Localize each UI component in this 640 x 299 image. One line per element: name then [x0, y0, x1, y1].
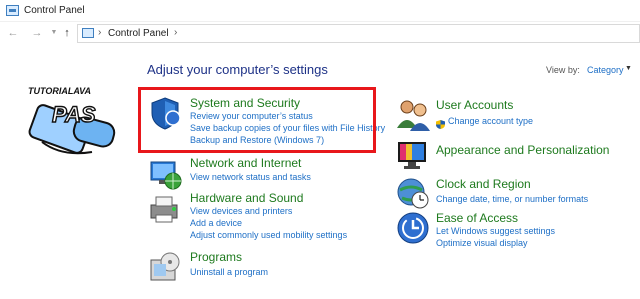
- svg-text:PAS: PAS: [52, 102, 96, 127]
- view-by-label: View by:: [546, 65, 580, 75]
- view-by-chevron-down-icon[interactable]: ▼: [625, 65, 632, 72]
- optimize-visual-display-link[interactable]: Optimize visual display: [436, 238, 528, 248]
- back-arrow-icon[interactable]: ←: [6, 26, 20, 40]
- highlight-box: [138, 87, 376, 153]
- programs-disc-icon: [150, 252, 180, 281]
- control-panel-icon: [6, 5, 19, 16]
- monitor-palette-icon: [398, 142, 426, 169]
- uac-shield-icon: [436, 116, 445, 129]
- add-device-link[interactable]: Add a device: [190, 218, 242, 228]
- forward-arrow-icon[interactable]: →: [30, 26, 44, 40]
- network-and-internet-link[interactable]: Network and Internet: [190, 156, 301, 170]
- mobility-settings-link[interactable]: Adjust commonly used mobility settings: [190, 230, 347, 240]
- network-globe-icon: [150, 161, 182, 190]
- recent-locations-chevron-icon[interactable]: ▼: [47, 26, 61, 40]
- title-bar: Control Panel: [0, 0, 640, 22]
- control-panel-address-icon: [82, 28, 94, 38]
- printer-speaker-icon: [150, 196, 178, 223]
- address-bar[interactable]: › Control Panel ›: [77, 24, 640, 43]
- hardware-and-sound-link[interactable]: Hardware and Sound: [190, 191, 303, 205]
- clock-globe-icon: [397, 178, 429, 209]
- breadcrumb-chevron-icon[interactable]: ›: [174, 27, 177, 38]
- breadcrumb-chevron-icon[interactable]: ›: [98, 27, 101, 38]
- tutorialava-pas-logo: TUTORIALAVA PAS: [22, 82, 134, 162]
- uninstall-program-link[interactable]: Uninstall a program: [190, 267, 268, 277]
- navigation-bar: ← → ▼ ↑ › Control Panel ›: [0, 22, 640, 46]
- change-account-type-link[interactable]: Change account type: [448, 116, 533, 126]
- page-title: Adjust your computer’s settings: [147, 62, 328, 77]
- change-date-time-link[interactable]: Change date, time, or number formats: [436, 194, 588, 204]
- ease-of-access-link[interactable]: Ease of Access: [436, 211, 518, 225]
- up-arrow-icon[interactable]: ↑: [60, 26, 74, 40]
- user-accounts-link[interactable]: User Accounts: [436, 98, 513, 112]
- clock-and-region-link[interactable]: Clock and Region: [436, 177, 531, 191]
- users-icon: [397, 100, 430, 131]
- appearance-personalization-link[interactable]: Appearance and Personalization: [436, 143, 609, 157]
- let-windows-suggest-link[interactable]: Let Windows suggest settings: [436, 226, 555, 236]
- programs-link[interactable]: Programs: [190, 250, 242, 264]
- view-network-status-link[interactable]: View network status and tasks: [190, 172, 311, 182]
- window-title: Control Panel: [24, 5, 85, 16]
- breadcrumb-control-panel[interactable]: Control Panel: [108, 28, 169, 39]
- ease-of-access-icon: [397, 212, 429, 244]
- svg-text:TUTORIALAVA: TUTORIALAVA: [28, 86, 91, 96]
- view-by-dropdown[interactable]: Category: [587, 65, 624, 75]
- view-devices-link[interactable]: View devices and printers: [190, 206, 292, 216]
